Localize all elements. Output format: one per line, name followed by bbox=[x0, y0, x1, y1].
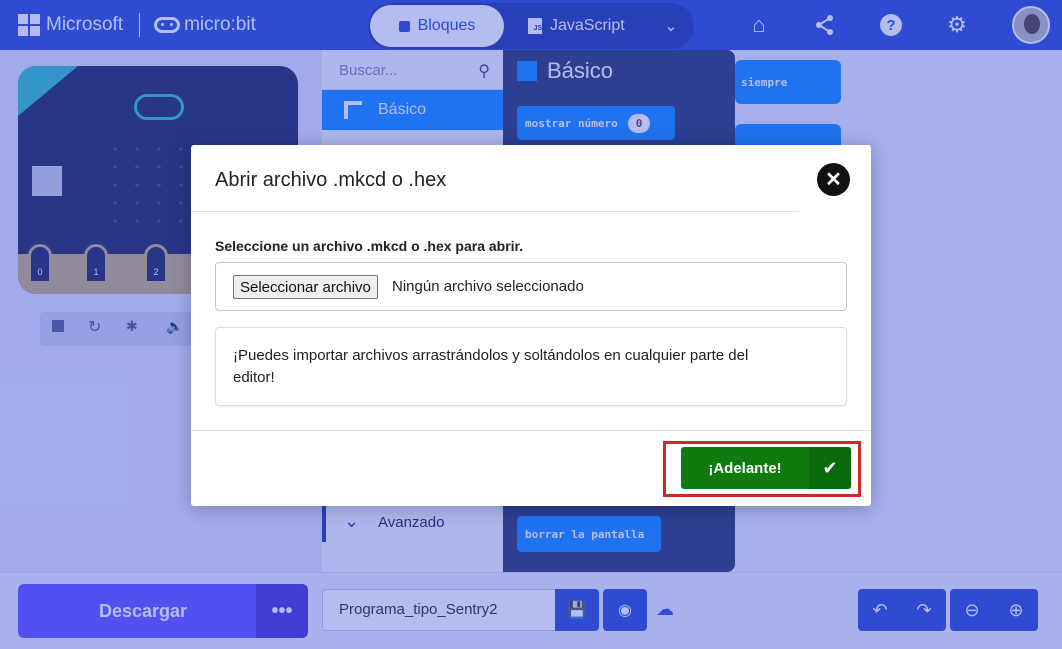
go-ahead-button[interactable]: ¡Adelante! ✔ bbox=[681, 447, 851, 489]
file-input-label: Seleccione un archivo .mkcd o .hex para … bbox=[215, 238, 524, 254]
go-ahead-label: ¡Adelante! bbox=[708, 459, 782, 477]
checkmark-icon: ✔ bbox=[809, 447, 851, 489]
drag-drop-hint: ¡Puedes importar archivos arrastrándolos… bbox=[215, 327, 847, 406]
file-status-text: Ningún archivo seleccionado bbox=[392, 278, 584, 295]
hint-text: ¡Puedes importar archivos arrastrándolos… bbox=[233, 347, 749, 386]
file-input-box: Seleccionar archivo Ningún archivo selec… bbox=[215, 262, 847, 311]
footer-divider bbox=[191, 430, 871, 431]
open-file-dialog: Abrir archivo .mkcd o .hex ✕ Seleccione … bbox=[191, 145, 871, 506]
header-divider bbox=[191, 211, 799, 212]
choose-file-button[interactable]: Seleccionar archivo bbox=[233, 275, 378, 299]
close-button[interactable]: ✕ bbox=[817, 163, 850, 196]
dialog-title: Abrir archivo .mkcd o .hex bbox=[215, 169, 447, 191]
close-icon: ✕ bbox=[825, 169, 842, 191]
